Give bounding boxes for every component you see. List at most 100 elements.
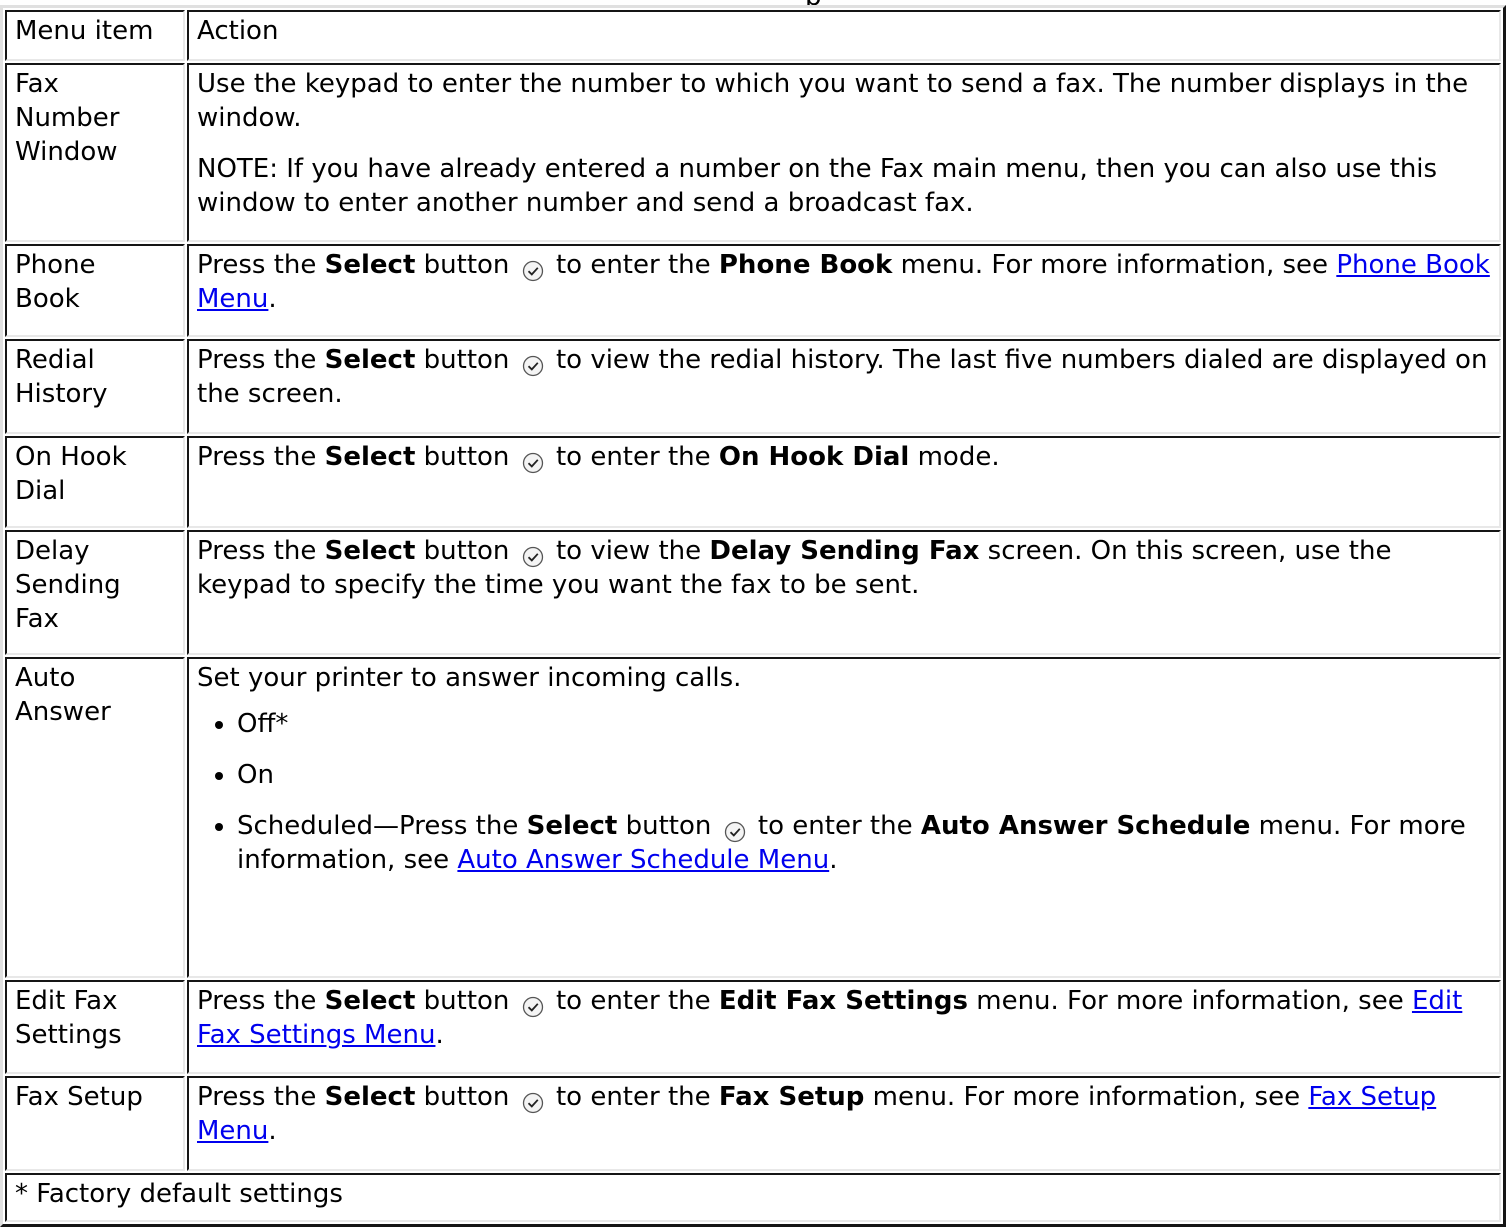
select-button-icon: [522, 452, 543, 473]
label-line: Sending: [15, 570, 121, 601]
text: .: [435, 1019, 444, 1050]
table-row: Delay Sending Fax Press the Select butto…: [5, 530, 1501, 655]
row-label-fax-number-window: Fax Number Window: [5, 62, 185, 243]
table-row: Fax Number Window Use the keypad to ente…: [5, 62, 1501, 243]
fax-mode-menu-table: Menu item Action Fax Number Window Use t…: [0, 5, 1506, 1227]
label-line: Auto: [15, 662, 76, 693]
text: mode.: [909, 441, 1000, 472]
row-label-fax-setup: Fax Setup: [5, 1076, 185, 1172]
bold-text: Auto Answer Schedule: [920, 810, 1251, 841]
label-line: Number: [15, 102, 120, 133]
row-label-on-hook-dial: On Hook Dial: [5, 435, 185, 529]
text: .: [268, 284, 277, 315]
text: Press the: [197, 1082, 325, 1113]
text: button: [415, 441, 518, 472]
header-action: Action: [187, 10, 1501, 61]
select-button-icon: [522, 261, 543, 282]
bold-text: Select: [324, 536, 416, 567]
row-action-delay-sending-fax: Press the Select button to view the Dela…: [187, 530, 1501, 655]
header-row: Menu item Action: [5, 10, 1501, 61]
table-row: On Hook Dial Press the Select button to …: [5, 435, 1501, 529]
table-row: Fax Setup Press the Select button to ent…: [5, 1076, 1501, 1172]
label-line: Fax: [15, 604, 59, 635]
row-label-redial-history: Redial History: [5, 338, 185, 434]
header-menu-item: Menu item: [5, 10, 185, 61]
text: to enter the: [547, 1082, 719, 1113]
auto-answer-options: Off* On Scheduled—Press the Select butto…: [197, 707, 1493, 877]
bold-text: Edit Fax Settings: [718, 985, 968, 1016]
label-line: Dial: [15, 475, 66, 506]
text: to enter the: [749, 810, 921, 841]
label-line: Delay: [15, 536, 90, 567]
bold-text: Select: [324, 441, 416, 472]
label-line: Edit Fax: [15, 985, 118, 1016]
list-item: Scheduled—Press the Select button to ent…: [237, 809, 1493, 877]
bold-text: On Hook Dial: [718, 441, 910, 472]
row-action-edit-fax-settings: Press the Select button to enter the Edi…: [187, 979, 1501, 1075]
label-line: Book: [15, 284, 80, 315]
row-action-auto-answer: Set your printer to answer incoming call…: [187, 656, 1501, 978]
text: button: [415, 536, 518, 567]
row-action-phone-book: Press the Select button to enter the Pho…: [187, 244, 1501, 337]
label-line: On Hook: [15, 441, 127, 472]
bold-text: Select: [324, 1082, 416, 1113]
text: to enter the: [547, 441, 719, 472]
text: Press the: [197, 536, 325, 567]
bold-text: Select: [324, 250, 416, 281]
row-label-auto-answer: Auto Answer: [5, 656, 185, 978]
label-line: Redial: [15, 344, 95, 375]
label-line: Phone: [15, 250, 96, 281]
text: menu. For more information, see: [967, 985, 1412, 1016]
row-label-phone-book: Phone Book: [5, 244, 185, 337]
label-line: Fax Setup: [15, 1082, 143, 1113]
text: button: [415, 985, 518, 1016]
text: .: [829, 844, 838, 875]
text: button: [415, 250, 518, 281]
text: .: [268, 1116, 277, 1147]
text: button: [415, 1082, 518, 1113]
select-button-icon: [522, 1093, 543, 1114]
select-button-icon: [724, 821, 745, 842]
footer-row: * Factory default settings: [5, 1173, 1501, 1222]
text: Press the: [197, 441, 325, 472]
note-text: NOTE: If you have already entered a numb…: [197, 153, 1438, 218]
table-row: Phone Book Press the Select button to en…: [5, 244, 1501, 337]
text: to view the: [547, 536, 710, 567]
bold-text: Delay Sending Fax: [709, 536, 980, 567]
text: Press the: [197, 250, 325, 281]
text: Press the: [197, 344, 325, 375]
row-action-redial-history: Press the Select button to view the redi…: [187, 338, 1501, 434]
table-row: Auto Answer Set your printer to answer i…: [5, 656, 1501, 978]
list-item: On: [237, 758, 1493, 792]
text: button: [415, 344, 518, 375]
label-line: Fax: [15, 68, 59, 99]
label-line: Window: [15, 136, 118, 167]
select-button-icon: [522, 547, 543, 568]
text: Press the: [197, 985, 325, 1016]
bold-text: Select: [324, 344, 416, 375]
text: Scheduled—Press the: [237, 810, 527, 841]
list-item: Off*: [237, 707, 1493, 741]
label-line: Settings: [15, 1019, 122, 1050]
row-action-fax-setup: Press the Select button to enter the Fax…: [187, 1076, 1501, 1172]
action-text: Use the keypad to enter the number to wh…: [197, 68, 1469, 133]
text: menu. For more information, see: [864, 1082, 1309, 1113]
row-action-fax-number-window: Use the keypad to enter the number to wh…: [187, 62, 1501, 243]
table-row: Redial History Press the Select button t…: [5, 338, 1501, 434]
bold-text: Phone Book: [718, 250, 893, 281]
select-button-icon: [522, 355, 543, 377]
bold-text: Select: [324, 985, 416, 1016]
label-line: History: [15, 378, 108, 409]
action-text: Set your printer to answer incoming call…: [197, 662, 742, 693]
row-action-on-hook-dial: Press the Select button to enter the On …: [187, 435, 1501, 529]
bold-text: Select: [526, 810, 618, 841]
factory-default-note: * Factory default settings: [5, 1173, 1501, 1222]
text: button: [617, 810, 720, 841]
auto-answer-schedule-menu-link[interactable]: Auto Answer Schedule Menu: [457, 845, 829, 875]
text: menu. For more information, see: [892, 250, 1337, 281]
text: to enter the: [547, 250, 719, 281]
row-label-edit-fax-settings: Edit Fax Settings: [5, 979, 185, 1075]
row-label-delay-sending-fax: Delay Sending Fax: [5, 530, 185, 655]
select-button-icon: [522, 996, 543, 1017]
text: to enter the: [547, 985, 719, 1016]
